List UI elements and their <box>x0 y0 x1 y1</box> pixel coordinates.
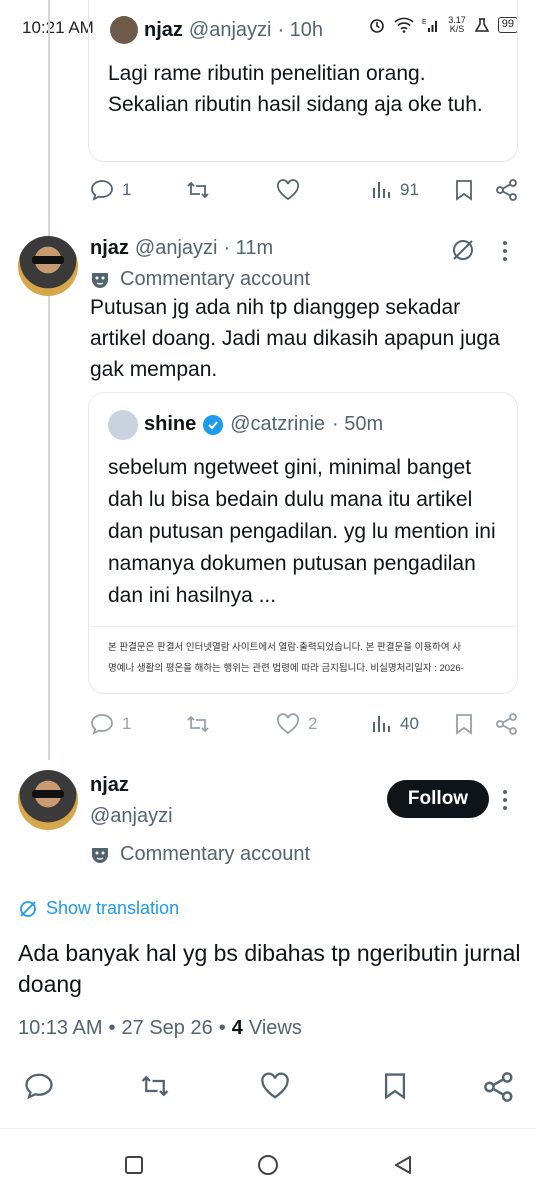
quoted-handle: @catzrinie <box>230 413 326 435</box>
status-time: 10:21 AM <box>22 18 94 37</box>
top-card-text: Lagi rame ributin penelitian orang. Seka… <box>108 62 483 116</box>
reply-button[interactable]: 1 <box>90 713 131 735</box>
share-icon <box>496 179 517 201</box>
author-name[interactable]: njaz <box>90 237 129 260</box>
reply-button[interactable] <box>24 1072 54 1100</box>
more-button[interactable] <box>500 789 510 811</box>
like-icon <box>276 713 300 735</box>
retweet-button[interactable] <box>186 179 210 201</box>
reply-tweet-text: Putusan jg ada nih tp dianggep sekadar a… <box>90 296 500 381</box>
like-count: 2 <box>308 714 318 733</box>
views-count: 4 <box>231 1017 243 1039</box>
bookmark-button[interactable] <box>382 1072 408 1100</box>
share-button[interactable] <box>484 1072 514 1102</box>
system-nav-bar <box>0 1128 536 1200</box>
views-icon <box>373 716 390 732</box>
quoted-time: · 50m <box>332 413 384 435</box>
share-button[interactable] <box>496 179 518 201</box>
share-icon <box>484 1072 513 1102</box>
show-translation-link[interactable]: Show translation <box>18 898 179 919</box>
main-author-handle[interactable]: @anjayzi <box>90 805 173 828</box>
tweet-date[interactable]: 27 Sep 26 <box>122 1017 213 1040</box>
translate-icon <box>20 900 36 917</box>
bookmark-icon <box>456 714 472 735</box>
main-tweet-text: Ada banyak hal yg bs dibahas tp ngeribut… <box>18 940 521 997</box>
retweet-icon <box>141 1075 169 1097</box>
main-action-row <box>0 1064 536 1110</box>
like-icon <box>261 1072 289 1099</box>
views-count: 40 <box>400 714 419 733</box>
back-icon <box>395 1156 411 1174</box>
main-author-name[interactable]: njaz <box>90 774 129 797</box>
back-button[interactable] <box>392 1154 414 1176</box>
reply-icon <box>91 714 113 735</box>
quoted-image[interactable]: 본 판결문은 판결서 인터넷열람 사이트에서 열람·출력되었습니다. 본 판결문… <box>90 626 517 692</box>
show-translation-text: Show translation <box>46 898 180 918</box>
retweet-button[interactable] <box>186 713 210 735</box>
views-button[interactable]: 40 <box>372 714 419 734</box>
more-icon <box>503 790 507 810</box>
mask-icon <box>92 847 108 863</box>
reply-action-row: 1 2 40 <box>90 712 520 736</box>
verified-badge-icon <box>203 414 224 435</box>
share-icon <box>496 713 517 735</box>
bookmark-icon <box>384 1073 406 1100</box>
commentary-label: Commentary account <box>90 268 310 291</box>
tweet-meta: 10:13 AM • 27 Sep 26 • 4 Views <box>18 1017 302 1040</box>
reply-count: 1 <box>122 714 132 733</box>
bookmark-button[interactable] <box>454 713 474 735</box>
like-button[interactable]: 2 <box>276 713 317 735</box>
home-button[interactable] <box>257 1154 279 1176</box>
avatar[interactable] <box>18 770 78 830</box>
quoted-header: shine @catzrinie · 50m <box>144 413 383 436</box>
mask-icon <box>92 272 108 288</box>
more-button[interactable] <box>500 240 510 262</box>
like-button[interactable] <box>260 1072 290 1100</box>
quoted-name: shine <box>144 413 197 435</box>
image-text-line-2: 명예나 생활의 평온을 해하는 행위는 관련 법령에 따라 금지됩니다. 비실명… <box>108 663 464 674</box>
reply-icon <box>25 1073 53 1100</box>
home-icon <box>258 1155 278 1175</box>
tweet-time[interactable]: 10:13 AM <box>18 1017 103 1040</box>
bookmark-button[interactable] <box>454 179 474 201</box>
like-button[interactable] <box>276 179 300 201</box>
grok-icon <box>453 240 473 260</box>
share-button[interactable] <box>496 713 518 735</box>
thread-line <box>48 0 50 760</box>
retweet-icon <box>187 715 209 733</box>
reply-icon <box>91 180 113 201</box>
author-handle[interactable]: @anjayzi <box>135 237 218 260</box>
top-action-row: 1 91 <box>90 178 520 202</box>
retweet-button[interactable] <box>140 1072 170 1100</box>
recents-icon <box>125 1156 143 1174</box>
more-icon <box>503 241 507 261</box>
like-icon <box>276 179 300 201</box>
quoted-text: sebelum ngetweet gini, minimal banget da… <box>108 456 496 607</box>
commentary-label-text: Commentary account <box>120 843 311 865</box>
recents-button[interactable] <box>124 1155 144 1175</box>
bookmark-icon <box>456 180 472 201</box>
avatar[interactable] <box>18 236 78 296</box>
views-label: Views <box>248 1017 302 1039</box>
views-button[interactable]: 91 <box>372 180 419 200</box>
views-count: 91 <box>400 180 419 199</box>
avatar <box>108 410 138 440</box>
retweet-icon <box>187 181 209 199</box>
reply-header: njaz @anjayzi · 11m <box>90 237 273 260</box>
tweet-time[interactable]: · 11m <box>223 237 273 260</box>
image-text-line-1: 본 판결문은 판결서 인터넷열람 사이트에서 열람·출력되었습니다. 본 판결문… <box>108 642 461 653</box>
commentary-label-text: Commentary account <box>120 268 311 290</box>
reply-count: 1 <box>122 180 132 199</box>
reply-button[interactable]: 1 <box>90 179 131 201</box>
follow-button[interactable]: Follow <box>387 780 489 818</box>
commentary-label: Commentary account <box>90 843 310 866</box>
views-icon <box>373 182 390 198</box>
grok-button[interactable] <box>450 237 476 263</box>
